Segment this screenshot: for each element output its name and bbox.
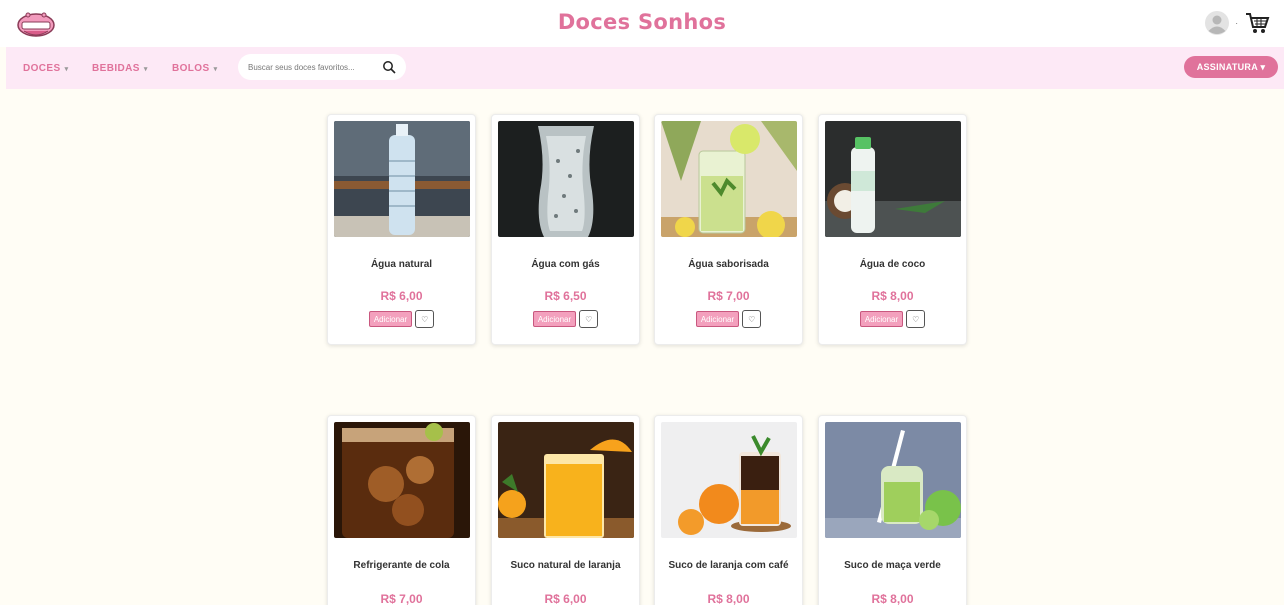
heart-icon[interactable]: ♡ [742, 310, 762, 328]
product-image-cola[interactable] [334, 422, 470, 538]
product-card: Água com gás R$ 6,50 Adicionar ♡ [491, 114, 640, 345]
product-price: R$ 8,00 [707, 592, 750, 605]
nav-item-bolos[interactable]: BOLOS ▾ [172, 63, 217, 74]
brand-title: Doces Sonhos [557, 10, 727, 34]
product-card: Água de coco R$ 8,00 Adicionar ♡ [818, 114, 967, 345]
product-name: Suco natural de laranja [510, 560, 621, 571]
search-icon[interactable] [382, 60, 396, 74]
top-bar: Doces Sonhos · [0, 0, 1284, 47]
product-card: Água natural R$ 6,00 Adicionar ♡ [327, 114, 476, 345]
product-name: Suco de maça verde [844, 560, 941, 571]
search-box [238, 54, 406, 80]
product-card: Refrigerante de cola R$ 7,00 [327, 415, 476, 605]
nav-item-label: BEBIDAS [92, 63, 140, 74]
card-actions: Adicionar ♡ [819, 310, 966, 328]
product-image-coconut-water[interactable] [825, 121, 961, 237]
product-price: R$ 8,00 [871, 592, 914, 605]
card-actions: Adicionar ♡ [655, 310, 802, 328]
product-price: R$ 7,00 [707, 289, 750, 303]
product-card: Suco de laranja com café R$ 8,00 [654, 415, 803, 605]
heart-icon[interactable]: ♡ [906, 310, 926, 328]
user-area: · [1205, 10, 1270, 36]
product-image-flavored-water[interactable] [661, 121, 797, 237]
chevron-down-icon: ▾ [64, 66, 69, 73]
product-card: Suco de maça verde R$ 8,00 [818, 415, 967, 605]
heart-icon[interactable]: ♡ [415, 310, 435, 328]
add-to-cart-button[interactable]: Adicionar [859, 311, 904, 327]
add-to-cart-button[interactable]: Adicionar [368, 311, 413, 327]
user-avatar-icon[interactable] [1205, 11, 1230, 35]
card-actions: Adicionar ♡ [328, 310, 475, 328]
chevron-down-icon: ▾ [143, 66, 148, 73]
product-name: Água natural [370, 259, 433, 270]
add-to-cart-button[interactable]: Adicionar [532, 311, 577, 327]
nav-item-doces[interactable]: DOCES ▾ [23, 63, 68, 74]
product-price: R$ 6,00 [380, 289, 423, 303]
shopping-cart-icon[interactable] [1244, 10, 1270, 36]
product-price: R$ 6,00 [544, 592, 587, 605]
search-input[interactable] [248, 62, 374, 72]
product-name: Água de coco [859, 259, 926, 270]
product-image-sparkling-water[interactable] [498, 121, 634, 237]
product-price: R$ 8,00 [871, 289, 914, 303]
heart-icon[interactable]: ♡ [579, 310, 599, 328]
chevron-down-icon: ▾ [213, 66, 218, 73]
product-name: Suco de laranja com café [668, 560, 789, 571]
product-image-water-bottle[interactable] [334, 121, 470, 237]
nav-item-label: DOCES [23, 63, 61, 74]
product-card: Suco natural de laranja R$ 6,00 [491, 415, 640, 605]
product-price: R$ 7,00 [380, 592, 423, 605]
product-image-orange-juice[interactable] [498, 422, 634, 538]
add-to-cart-button[interactable]: Adicionar [695, 311, 740, 327]
nav-bar: DOCES▾ BEBIDAS▾ BOLOS▾ ASSINATURA ▾ [6, 47, 1284, 89]
nav-item-label: BOLOS [172, 63, 210, 74]
card-actions: Adicionar ♡ [492, 310, 639, 328]
product-card: Água saborisada R$ 7,00 Adicionar ♡ [654, 114, 803, 345]
product-image-orange-coffee[interactable] [661, 422, 797, 538]
product-name: Água com gás [531, 259, 600, 270]
product-name: Água saborisada [688, 259, 769, 270]
product-price: R$ 6,50 [544, 289, 587, 303]
product-image-green-apple-juice[interactable] [825, 422, 961, 538]
nav-item-bebidas[interactable]: BEBIDAS ▾ [92, 63, 148, 74]
subscription-button[interactable]: ASSINATURA ▾ [1184, 56, 1278, 78]
user-menu-caret[interactable]: · [1235, 19, 1238, 28]
product-name: Refrigerante de cola [353, 560, 450, 571]
